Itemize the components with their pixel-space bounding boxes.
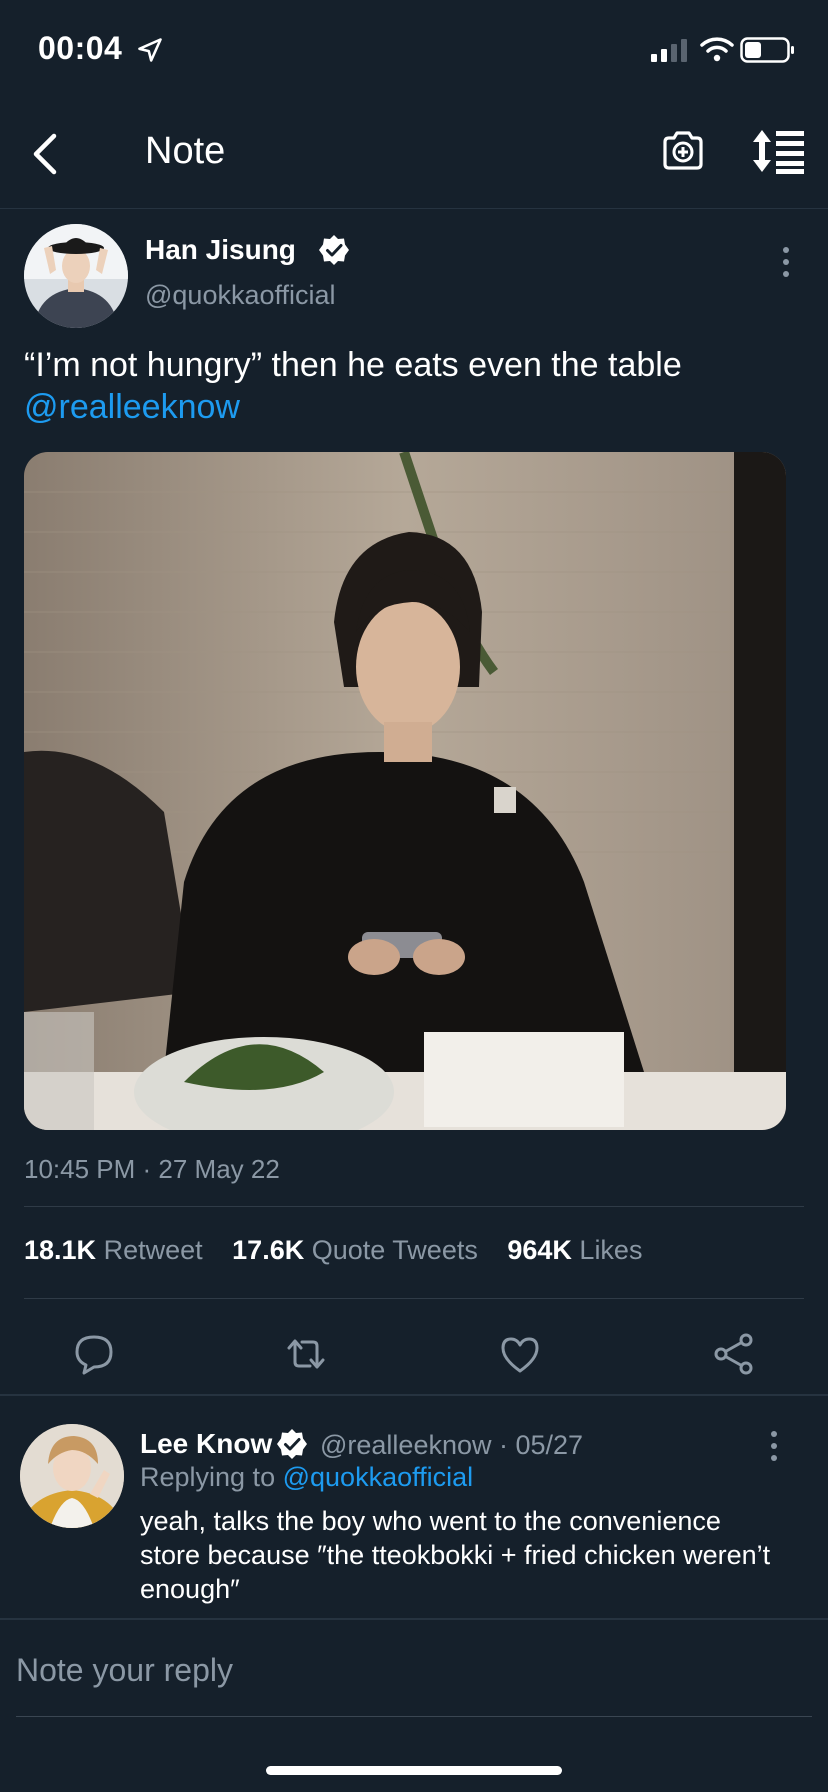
reply-input[interactable] [16,1640,796,1700]
reply-text: yeah, talks the boy who went to the conv… [140,1506,771,1604]
mention-link[interactable]: @realleeknow [24,388,240,426]
tweet-action-bar [0,1318,828,1390]
reply-author-name[interactable]: Lee Know [140,1428,272,1460]
navigation-bar: Note [0,100,828,209]
share-icon[interactable] [712,1332,756,1376]
avatar-photo [24,224,128,328]
quote-count: 17.6K [232,1235,305,1265]
replying-to-line: Replying to @quokkaofficial [140,1462,473,1493]
tweet-body: “I’m not hungry” then he eats even the t… [24,346,682,384]
verified-badge-icon [277,1429,307,1459]
heart-icon[interactable] [498,1332,542,1376]
reply-handle-date[interactable]: @realleeknow · 05/27 [320,1430,583,1461]
wifi-icon [700,37,734,62]
avatar[interactable] [24,224,128,328]
likes-count: 964K [507,1235,572,1265]
tweet-photo[interactable] [24,452,786,1130]
photo-image [24,452,786,1130]
home-indicator[interactable] [266,1766,562,1775]
author-name[interactable]: Han Jisung [145,234,296,266]
author-handle[interactable]: @quokkaofficial [145,280,336,311]
location-arrow-icon [138,38,162,62]
replying-to-mention[interactable]: @quokkaofficial [283,1462,474,1492]
more-options-icon[interactable] [776,244,796,280]
avatar[interactable] [20,1424,124,1528]
status-time: 00:04 [38,30,123,66]
verified-badge-icon [319,235,349,265]
page-title: Note [145,130,226,172]
cellular-signal-icon [651,39,687,62]
battery-icon [740,37,794,63]
tweet-stats: 18.1K Retweet 17.6K Quote Tweets 964K Li… [24,1235,664,1266]
retweet-count: 18.1K [24,1235,97,1265]
retweet-icon[interactable] [284,1332,328,1376]
avatar-photo [20,1424,124,1528]
quote-label: Quote Tweets [311,1235,478,1265]
more-options-icon[interactable] [764,1428,784,1464]
divider [24,1206,804,1207]
camera-icon[interactable] [660,128,706,174]
sort-list-icon[interactable] [752,128,806,174]
reply-tweet[interactable]: Lee Know @realleeknow · 05/27 Replying t… [0,1396,828,1618]
replying-to-label: Replying to [140,1462,276,1492]
retweet-label: Retweet [103,1235,203,1265]
likes-label: Likes [579,1235,643,1265]
reply-composer [16,1640,812,1717]
likes-stat[interactable]: 964K Likes [507,1235,664,1265]
status-bar: 00:04 [0,0,828,100]
reply-icon[interactable] [72,1332,116,1376]
divider [24,1298,804,1299]
retweet-stat[interactable]: 18.1K Retweet [24,1235,225,1265]
tweet-timestamp: 10:45 PM · 27 May 22 [24,1154,280,1184]
tweet-text: “I’m not hungry” then he eats even the t… [24,344,804,428]
quote-stat[interactable]: 17.6K Quote Tweets [232,1235,500,1265]
section-separator [0,1618,828,1620]
back-chevron-icon[interactable] [28,130,64,178]
